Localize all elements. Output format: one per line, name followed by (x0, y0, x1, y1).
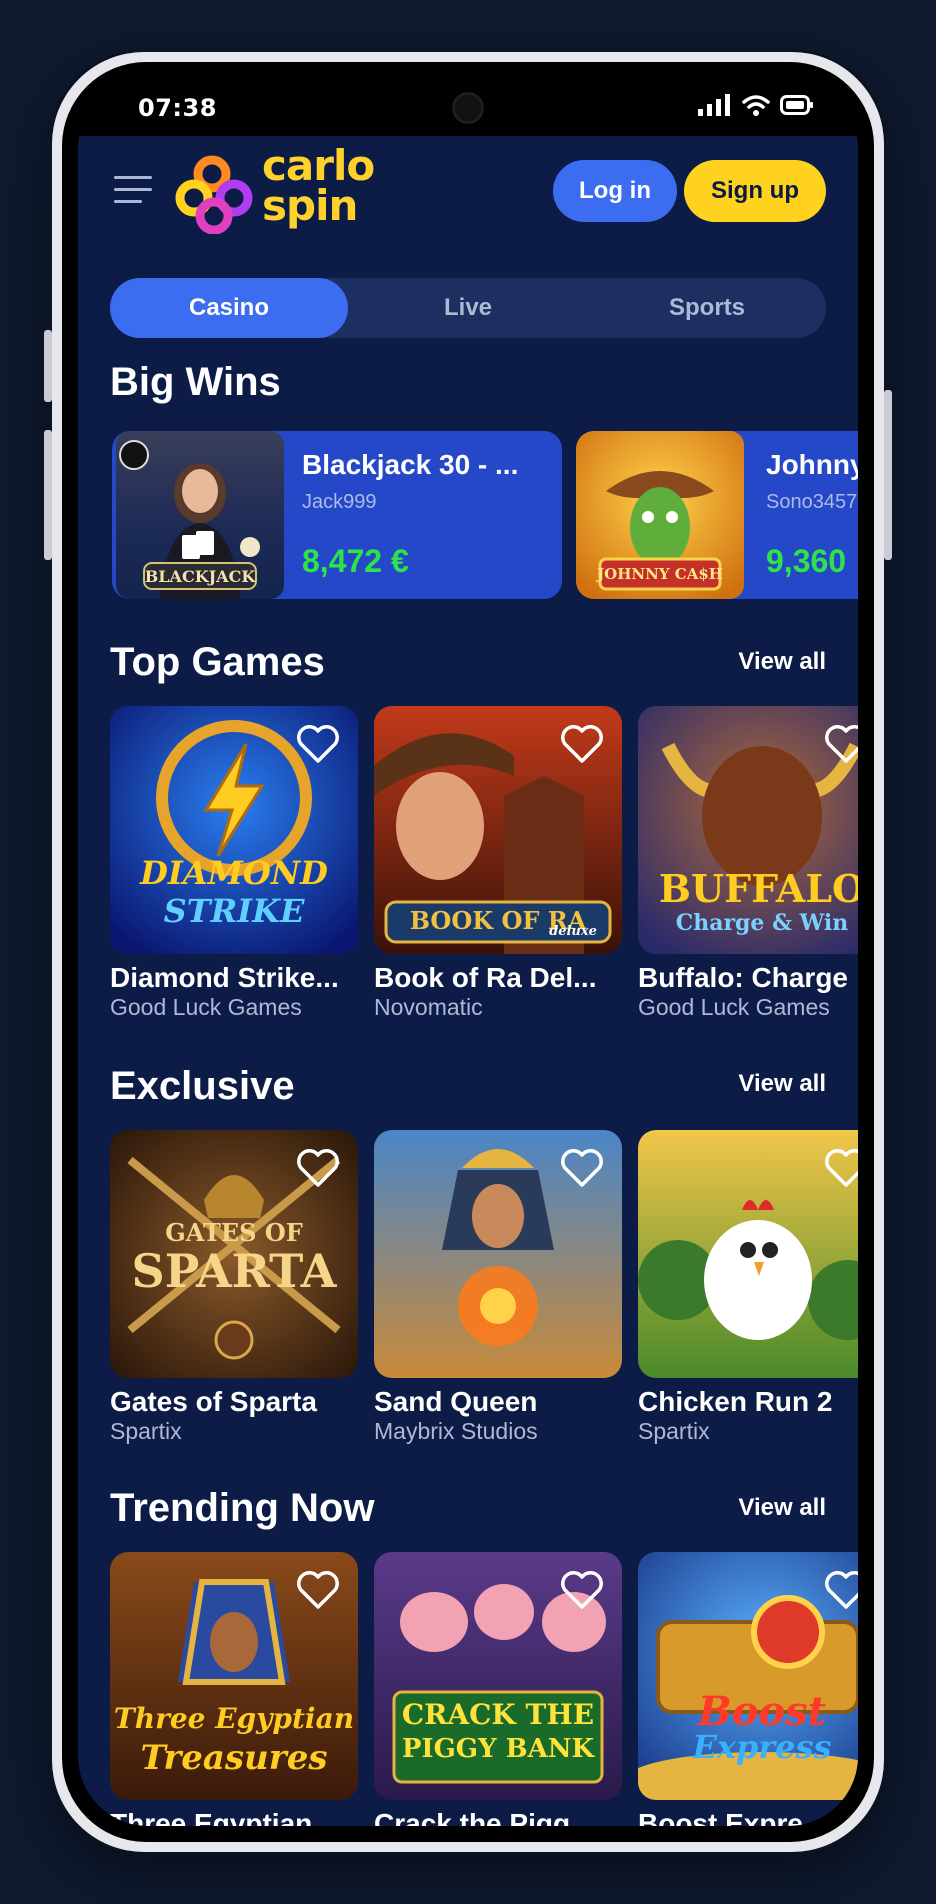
hamburger-menu-icon[interactable] (114, 176, 152, 204)
game-name: Gates of Sparta (110, 1386, 317, 1417)
phone-side-button (44, 430, 52, 560)
game-art-line2: SPARTA (131, 1244, 337, 1298)
tab-sports[interactable]: Sports (588, 278, 826, 338)
big-win-card[interactable]: BLACKJACK Blackjack 30 - ... Jack999 8,4… (112, 431, 562, 599)
big-win-game: Blackjack 30 - ... (302, 449, 519, 480)
game-card[interactable]: BUFFALO Charge & Win Buffalo: Charge Goo… (638, 706, 858, 1021)
favorite-heart-icon[interactable] (824, 1570, 858, 1610)
big-win-game: Johnny (766, 449, 858, 480)
wifi-icon (742, 95, 770, 116)
trending-title: Trending Now (110, 1486, 375, 1530)
favorite-heart-icon[interactable] (560, 1148, 604, 1188)
game-art-line2: Express (692, 1728, 832, 1766)
game-provider: Maybrix Studios (374, 1418, 538, 1444)
favorite-heart-icon[interactable] (296, 724, 340, 764)
game-card[interactable]: Three Egyptian Treasures Three Egyptian.… (110, 1552, 358, 1826)
game-card[interactable]: CRACK THE PIGGY BANK Crack the Pigg... (374, 1552, 622, 1826)
game-card[interactable]: BOOK OF RA deluxe Book of Ra Del... Novo… (374, 706, 622, 1021)
favorite-heart-icon[interactable] (296, 1148, 340, 1188)
game-name: Diamond Strike... (110, 962, 339, 993)
exclusive-title: Exclusive (110, 1064, 295, 1108)
status-time: 07:38 (138, 94, 217, 122)
phone-side-button (884, 390, 892, 560)
favorite-heart-icon[interactable] (296, 1570, 340, 1610)
login-button[interactable]: Log in (553, 160, 677, 222)
game-card[interactable]: DIAMOND STRIKE Diamond Strike... Good Lu… (110, 706, 358, 1021)
game-art-line1: Three Egyptian (113, 1702, 355, 1735)
trending-view-all-link[interactable]: View all (738, 1494, 826, 1522)
game-name: Book of Ra Del... (374, 962, 597, 993)
game-name: Crack the Pigg... (374, 1808, 594, 1826)
game-name: Sand Queen (374, 1386, 538, 1417)
status-bar: 07:38 (78, 78, 858, 136)
battery-icon (780, 95, 813, 115)
game-art-line1: DIAMOND (140, 854, 328, 892)
logo-line-1: carlo (262, 141, 375, 190)
big-win-user: Jack999 (302, 491, 377, 513)
signup-button[interactable]: Sign up (684, 160, 826, 222)
favorite-heart-icon[interactable] (560, 1570, 604, 1610)
signal-icon (698, 94, 730, 116)
tab-live[interactable]: Live (349, 278, 587, 338)
big-win-card[interactable]: JOHNNY CA$H Johnny Sono3457 9,360 (576, 431, 858, 599)
big-win-thumbnail: BLACKJACK (116, 431, 284, 599)
game-thumbnail: BOOK OF RA deluxe (374, 706, 622, 954)
logo-line-2: spin (262, 181, 358, 230)
front-camera (452, 92, 484, 124)
phone-bezel: 07:38 carlo spin Log in Sign up Casino L… (62, 62, 874, 1842)
phone-side-button (44, 330, 52, 402)
top-games-view-all-link[interactable]: View all (738, 648, 826, 676)
game-thumbnail: DIAMOND STRIKE (110, 706, 358, 954)
game-art-line2: STRIKE (163, 892, 305, 930)
big-win-thumbnail: JOHNNY CA$H (576, 431, 744, 599)
big-wins-title: Big Wins (110, 360, 281, 404)
game-card[interactable]: GATES OF SPARTA Gates of Sparta Spartix (110, 1130, 358, 1445)
logo-wordmark[interactable]: carlo spin (262, 141, 375, 230)
tab-casino[interactable]: Casino (110, 278, 348, 338)
game-name: Buffalo: Charge (638, 962, 848, 993)
game-card[interactable]: Chicken Run 2 Spartix (638, 1130, 858, 1445)
favorite-heart-icon[interactable] (824, 1148, 858, 1188)
app-screen: 07:38 carlo spin Log in Sign up Casino L… (78, 78, 858, 1826)
game-thumbnail: Boost Express (638, 1552, 858, 1800)
big-win-user: Sono3457 (766, 491, 858, 513)
game-thumbnail (638, 1130, 858, 1378)
game-provider: Good Luck Games (110, 994, 302, 1020)
favorite-heart-icon[interactable] (560, 724, 604, 764)
game-provider: Good Luck Games (638, 994, 830, 1020)
game-provider: Novomatic (374, 994, 483, 1020)
game-thumbnail: BUFFALO Charge & Win (638, 706, 858, 954)
game-art-line2: Charge & Win (675, 910, 849, 936)
game-name: Three Egyptian... (110, 1808, 336, 1826)
game-thumbnail: GATES OF SPARTA (110, 1130, 358, 1378)
exclusive-view-all-link[interactable]: View all (738, 1070, 826, 1098)
game-name: Chicken Run 2 (638, 1386, 833, 1417)
app-header: carlo spin Log in Sign up (78, 136, 858, 248)
game-art-line1: CRACK THE (401, 1698, 595, 1731)
big-win-amount: 9,360 (766, 543, 847, 579)
game-art-line2: Treasures (140, 1738, 328, 1778)
game-provider: Spartix (638, 1418, 710, 1444)
big-win-art-text: JOHNNY CA$H (597, 565, 723, 583)
game-name: Boost Expre... (638, 1808, 827, 1826)
game-card[interactable]: Boost Express Boost Expre... (638, 1552, 858, 1826)
favorite-heart-icon[interactable] (824, 724, 858, 764)
logo-icon (175, 155, 253, 234)
top-games-title: Top Games (110, 640, 325, 684)
game-thumbnail (374, 1130, 622, 1378)
game-card[interactable]: Sand Queen Maybrix Studios (374, 1130, 622, 1445)
big-win-amount: 8,472 € (302, 543, 409, 579)
section-tabs: Casino Live Sports (110, 278, 826, 338)
game-art-line2: PIGGY BANK (401, 1734, 595, 1764)
game-art-line2: deluxe (549, 924, 597, 939)
game-thumbnail: Three Egyptian Treasures (110, 1552, 358, 1800)
game-art-line1: GATES OF (165, 1218, 303, 1247)
game-thumbnail: CRACK THE PIGGY BANK (374, 1552, 622, 1800)
game-art-line1: BUFFALO (658, 866, 858, 911)
game-provider: Spartix (110, 1418, 182, 1444)
big-win-art-text: BLACKJACK (144, 567, 256, 586)
